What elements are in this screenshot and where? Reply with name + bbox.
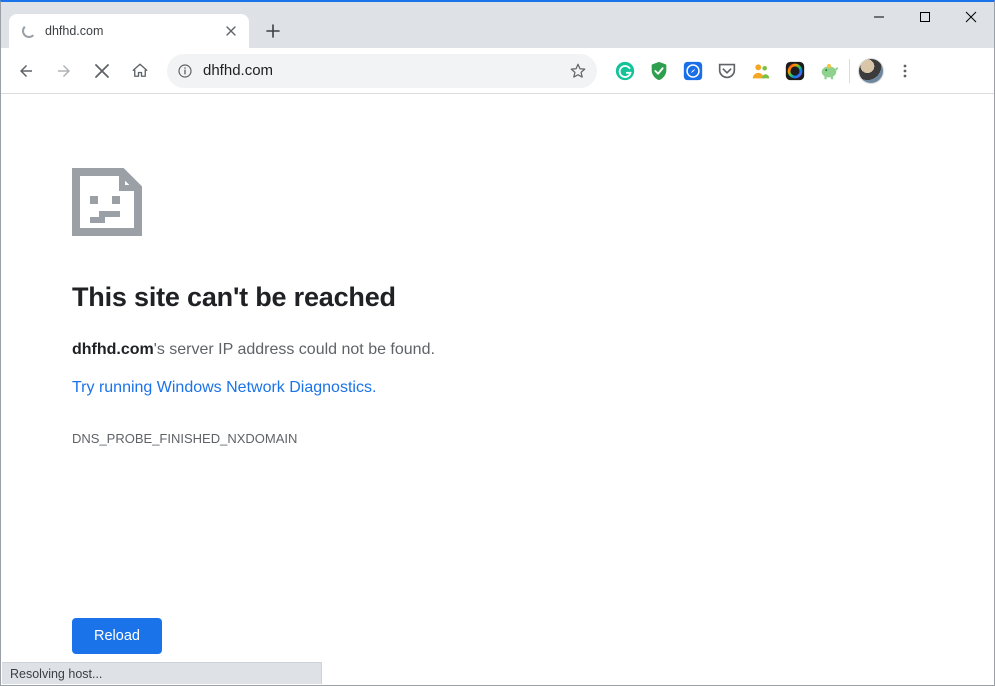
toolbar-divider [849, 59, 850, 83]
window-controls [856, 2, 994, 32]
profile-avatar[interactable] [858, 58, 884, 84]
pocket-icon[interactable] [715, 59, 739, 83]
url-text: dhfhd.com [203, 62, 559, 79]
error-title: This site can't be reached [72, 282, 993, 313]
error-message: dhfhd.com's server IP address could not … [72, 341, 993, 359]
reload-button[interactable]: Reload [72, 618, 162, 654]
diagnostics-period: . [372, 379, 376, 396]
sad-page-icon [72, 168, 993, 236]
diagnostics-line: Try running Windows Network Diagnostics. [72, 379, 993, 431]
forward-button[interactable] [47, 54, 81, 88]
loading-spinner-icon [21, 23, 37, 39]
new-tab-button[interactable] [259, 17, 287, 45]
tab-title: dhfhd.com [45, 24, 215, 38]
grammarly-icon[interactable] [613, 59, 637, 83]
browser-tab[interactable]: dhfhd.com [9, 14, 249, 48]
tab-close-button[interactable] [223, 23, 239, 39]
error-code: DNS_PROBE_FINISHED_NXDOMAIN [72, 431, 993, 446]
stop-button[interactable] [85, 54, 119, 88]
toolbar: dhfhd.com [1, 48, 994, 94]
piggy-ext-icon[interactable] [817, 59, 841, 83]
page-content: This site can't be reached dhfhd.com's s… [2, 96, 993, 684]
back-button[interactable] [9, 54, 43, 88]
people-ext-icon[interactable] [749, 59, 773, 83]
tab-strip: dhfhd.com [1, 2, 994, 48]
window-minimize-button[interactable] [856, 2, 902, 32]
diagnostics-link[interactable]: Try running Windows Network Diagnostics [72, 379, 372, 397]
home-button[interactable] [123, 54, 157, 88]
address-bar[interactable]: dhfhd.com [167, 54, 597, 88]
adguard-icon[interactable] [647, 59, 671, 83]
site-info-icon[interactable] [177, 63, 193, 79]
status-text: Resolving host... [10, 667, 102, 681]
extensions-row [613, 59, 841, 83]
error-domain: dhfhd.com [72, 341, 154, 358]
browser-window: dhfhd.com [0, 0, 995, 686]
window-maximize-button[interactable] [902, 2, 948, 32]
error-message-suffix: 's server IP address could not be found. [154, 341, 435, 358]
bookmark-star-icon[interactable] [569, 62, 587, 80]
status-bar: Resolving host... [2, 662, 322, 684]
chrome-menu-button[interactable] [888, 54, 922, 88]
color-ring-icon[interactable] [783, 59, 807, 83]
window-close-button[interactable] [948, 2, 994, 32]
compass-ext-icon[interactable] [681, 59, 705, 83]
